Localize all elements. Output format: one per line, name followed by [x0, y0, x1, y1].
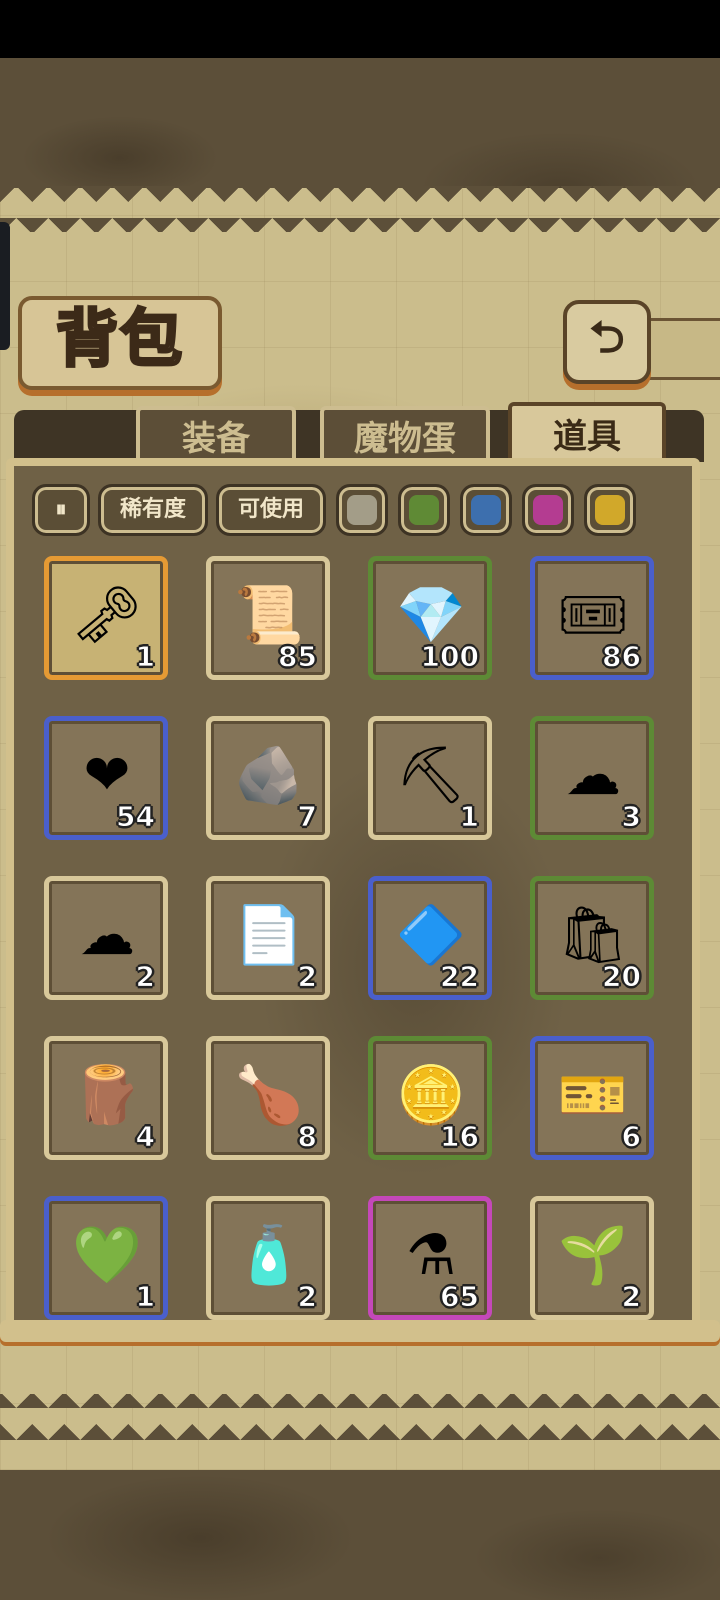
- swatch-color: [347, 495, 377, 525]
- rarity-swatch-gray[interactable]: [336, 484, 388, 536]
- item-slot[interactable]: ☁ 2: [44, 876, 168, 1000]
- item-count: 4: [135, 1120, 156, 1154]
- parchment-top-edge: [0, 186, 720, 232]
- sort-button[interactable]: ⏸: [32, 484, 90, 536]
- item-count: 85: [278, 640, 318, 674]
- parchment-bottom-edge: [0, 1394, 720, 1440]
- item-slot[interactable]: ⚗ 65: [368, 1196, 492, 1320]
- item-slot[interactable]: 📄 2: [206, 876, 330, 1000]
- item-count: 20: [602, 960, 642, 994]
- item-count: 7: [297, 800, 318, 834]
- item-count: 1: [135, 1280, 156, 1314]
- item-count: 2: [135, 960, 156, 994]
- item-count: 16: [440, 1120, 480, 1154]
- swatch-color: [471, 495, 501, 525]
- item-slot[interactable]: 📜 85: [206, 556, 330, 680]
- item-slot[interactable]: 💎 100: [368, 556, 492, 680]
- item-slot[interactable]: ❤ 54: [44, 716, 168, 840]
- item-slot[interactable]: 🧴 2: [206, 1196, 330, 1320]
- item-slot[interactable]: 🛍 20: [530, 876, 654, 1000]
- item-slot[interactable]: 🔷 22: [368, 876, 492, 1000]
- rarity-swatch-purple[interactable]: [522, 484, 574, 536]
- item-count: 22: [440, 960, 480, 994]
- return-icon: ⮌: [589, 311, 625, 363]
- swatch-color: [409, 495, 439, 525]
- item-slot[interactable]: 🌱 2: [530, 1196, 654, 1320]
- item-slot[interactable]: 🪨 7: [206, 716, 330, 840]
- item-count: 8: [297, 1120, 318, 1154]
- item-count: 2: [297, 960, 318, 994]
- item-slot[interactable]: ⛏ 1: [368, 716, 492, 840]
- swatch-color: [595, 495, 625, 525]
- item-slot[interactable]: 🪵 4: [44, 1036, 168, 1160]
- page-title: 背包: [54, 301, 184, 377]
- category-tabs: 装备 魔物蛋 道具: [14, 402, 704, 470]
- item-count: 86: [602, 640, 642, 674]
- item-slot[interactable]: 💚 1: [44, 1196, 168, 1320]
- rarity-swatch-blue[interactable]: [460, 484, 512, 536]
- rarity-swatch-green[interactable]: [398, 484, 450, 536]
- item-count: 100: [420, 640, 479, 674]
- back-button[interactable]: ⮌: [563, 300, 651, 384]
- item-count: 1: [135, 640, 156, 674]
- item-slot[interactable]: 🪙 16: [368, 1036, 492, 1160]
- item-count: 1: [459, 800, 480, 834]
- usable-filter-button[interactable]: 可使用: [216, 484, 326, 536]
- panel-bottom-rail: [0, 1320, 720, 1342]
- item-slot[interactable]: 🗝 1: [44, 556, 168, 680]
- item-count: 65: [440, 1280, 480, 1314]
- rarity-swatch-gold[interactable]: [584, 484, 636, 536]
- item-slot[interactable]: ☁ 3: [530, 716, 654, 840]
- status-bar: [0, 0, 720, 58]
- item-slot[interactable]: 🍗 8: [206, 1036, 330, 1160]
- item-count: 54: [116, 800, 156, 834]
- item-count: 3: [621, 800, 642, 834]
- rarity-filter-button[interactable]: 稀有度: [98, 484, 208, 536]
- swatch-color: [533, 495, 563, 525]
- item-grid: 🗝 1 📜 85 💎 100 🎟 86 ❤ 54 🪨 7 ⛏ 1 ☁ 3 ☁ 2 📄 2 🔷 22 🛍 20 🪵 4 🍗 8 🪙 16 🎫 6…: [44, 556, 664, 1326]
- item-count: 2: [297, 1280, 318, 1314]
- side-handle[interactable]: [0, 222, 10, 350]
- item-slot[interactable]: 🎫 6: [530, 1036, 654, 1160]
- item-slot[interactable]: 🎟 86: [530, 556, 654, 680]
- sort-icon: ⏸: [55, 497, 67, 522]
- item-count: 6: [621, 1120, 642, 1154]
- item-count: 2: [621, 1280, 642, 1314]
- back-strip: [640, 318, 720, 380]
